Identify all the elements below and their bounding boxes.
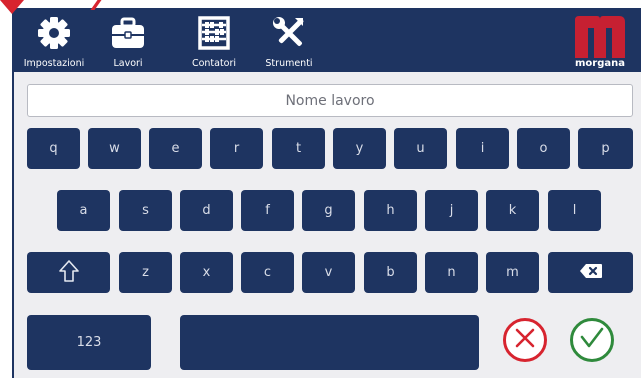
morgana-logo: morgana (573, 16, 627, 70)
cancel-x-icon (513, 326, 537, 354)
key-j[interactable]: j (425, 190, 478, 231)
toolbar-item-lavori[interactable]: Lavori (104, 8, 152, 72)
key-o[interactable]: o (517, 128, 570, 169)
key-h[interactable]: h (364, 190, 417, 231)
cancel-button[interactable] (503, 318, 547, 362)
key-b[interactable]: b (364, 252, 417, 293)
key-i[interactable]: i (456, 128, 509, 169)
key-v[interactable]: v (302, 252, 355, 293)
tools-icon (270, 14, 308, 52)
key-p[interactable]: p (578, 128, 633, 169)
toolbar-label: Lavori (113, 58, 143, 69)
toolbar-label: Impostazioni (23, 58, 85, 69)
key-a[interactable]: a (57, 190, 110, 231)
confirm-button[interactable] (570, 318, 614, 362)
backspace-key[interactable] (548, 252, 633, 293)
key-d[interactable]: d (180, 190, 233, 231)
job-name-input[interactable] (28, 84, 632, 117)
logo-text: morgana (575, 58, 625, 69)
key-r[interactable]: r (210, 128, 263, 169)
key-m[interactable]: m (486, 252, 539, 293)
toolbar-item-contatori[interactable]: Contatori (184, 8, 244, 72)
space-key[interactable] (180, 315, 479, 370)
key-l[interactable]: l (548, 190, 601, 231)
key-u[interactable]: u (394, 128, 447, 169)
toolbar-label: Contatori (191, 58, 237, 69)
key-q[interactable]: q (27, 128, 80, 169)
key-t[interactable]: t (272, 128, 325, 169)
key-f[interactable]: f (241, 190, 294, 231)
shift-arrow-icon (58, 259, 79, 286)
toolbar-item-impostazioni[interactable]: Impostazioni (12, 8, 96, 72)
key-x[interactable]: x (180, 252, 233, 293)
gear-icon (35, 14, 73, 52)
shift-key[interactable] (27, 252, 110, 293)
key-y[interactable]: y (333, 128, 386, 169)
abacus-icon (195, 14, 233, 52)
confirm-check-icon (579, 326, 605, 354)
key-g[interactable]: g (302, 190, 355, 231)
key-s[interactable]: s (119, 190, 172, 231)
corner-marker (0, 0, 24, 14)
toolbar-item-strumenti[interactable]: Strumenti (258, 8, 320, 72)
backspace-icon (579, 263, 603, 283)
key-c[interactable]: c (241, 252, 294, 293)
key-e[interactable]: e (149, 128, 202, 169)
key-k[interactable]: k (486, 190, 539, 231)
key-z[interactable]: z (119, 252, 172, 293)
key-n[interactable]: n (425, 252, 478, 293)
briefcase-icon (109, 14, 147, 52)
job-name-field[interactable] (27, 84, 633, 117)
toolbar-label: Strumenti (265, 58, 313, 69)
top-toolbar: Impostazioni Lavori Contatori Strumenti … (12, 8, 641, 72)
numbers-key[interactable]: 123 (27, 315, 151, 370)
key-w[interactable]: w (88, 128, 141, 169)
